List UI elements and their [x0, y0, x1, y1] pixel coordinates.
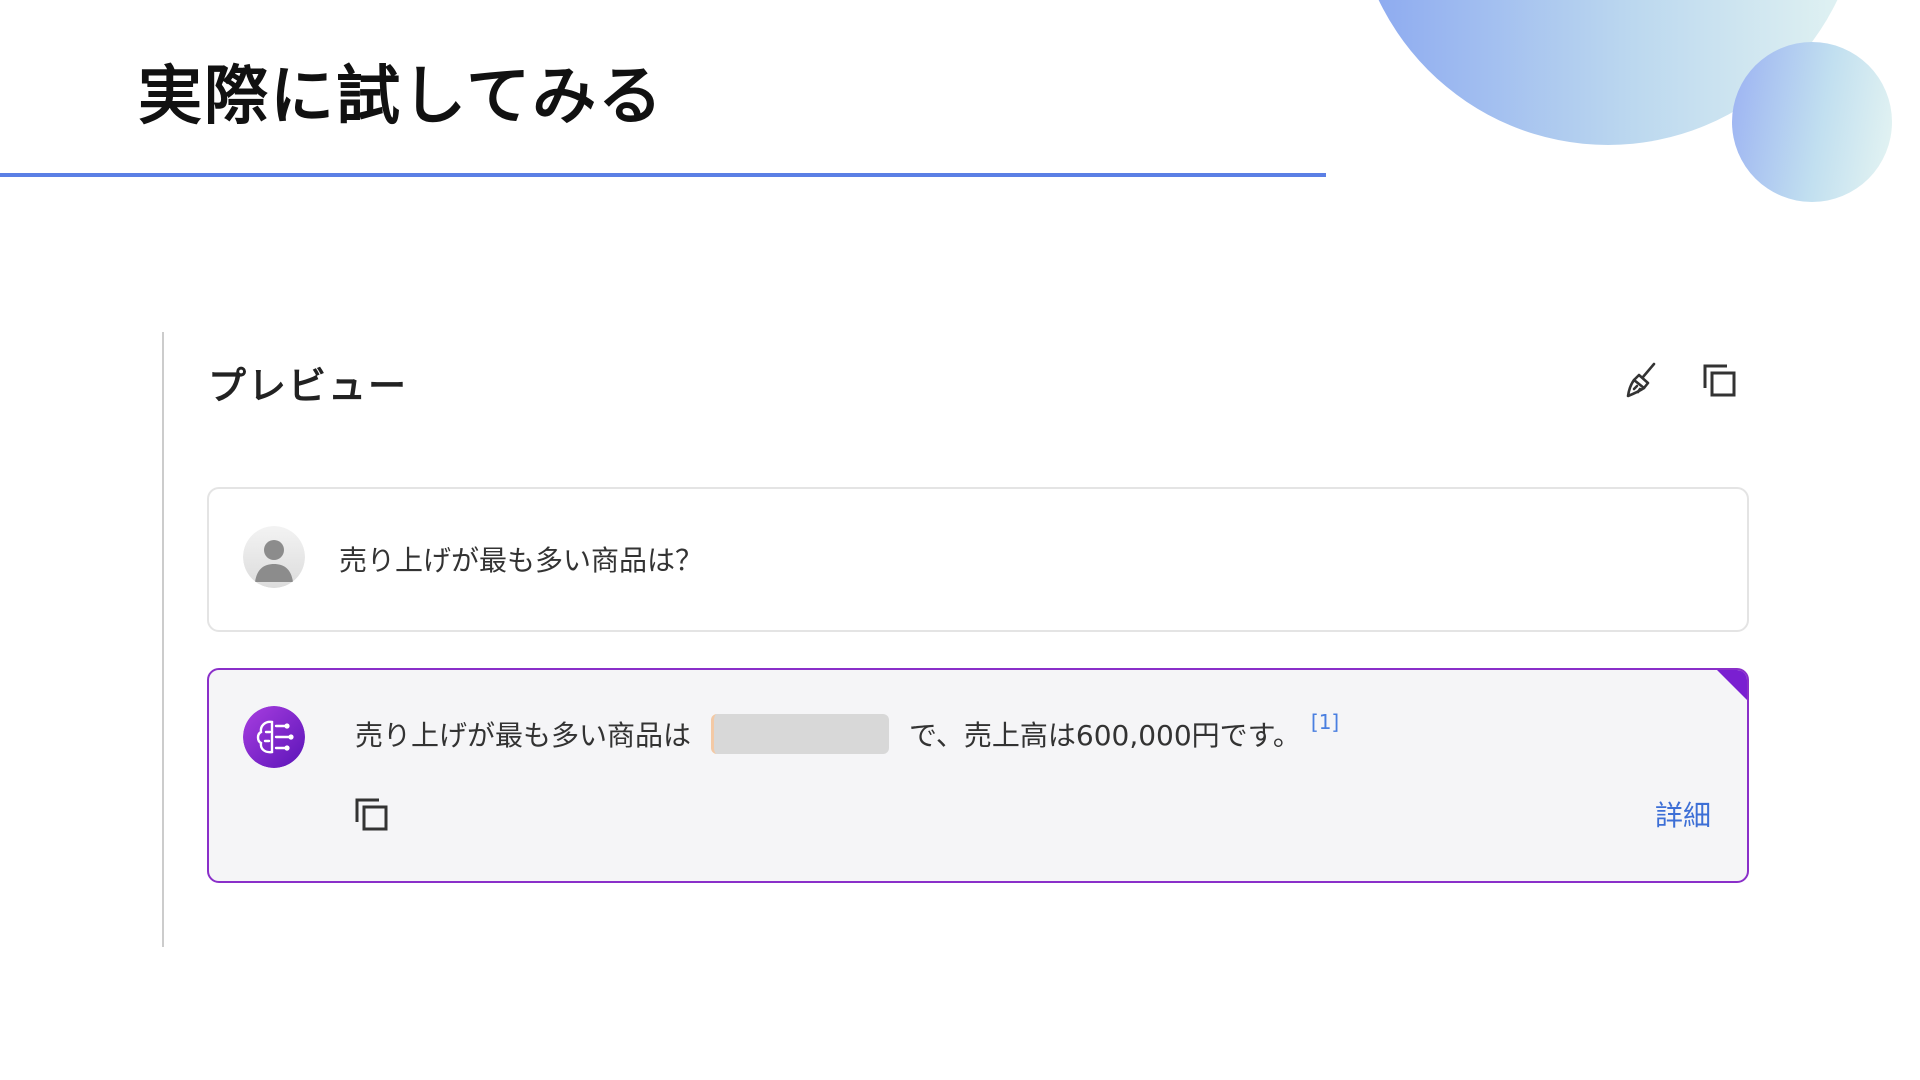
citation-link[interactable]: [1] — [1311, 710, 1339, 734]
user-message-text: 売り上げが最も多い商品は？ — [339, 544, 704, 577]
bot-message-text-after: で、売上高は600,000円です。 — [909, 719, 1301, 752]
bot-message-text-before: 売り上げが最も多い商品は — [355, 719, 692, 752]
user-avatar-icon — [243, 526, 305, 588]
preview-title: プレビュー — [208, 364, 409, 408]
user-message-card: 売り上げが最も多い商品は？ — [207, 487, 1749, 632]
redacted-product-name — [711, 714, 890, 754]
broom-icon[interactable] — [1620, 358, 1664, 402]
title-divider — [0, 173, 1326, 177]
corner-flag — [1717, 670, 1747, 700]
slide: 実際に試してみる プレビュー 売り上げが最も多い商品は？ 売り上げが最も多い商品… — [0, 0, 1920, 1080]
ai-brain-icon — [243, 706, 305, 768]
panel-left-border — [162, 332, 164, 947]
slide-title: 実際に試してみる — [138, 60, 665, 134]
details-link[interactable]: 詳細 — [1655, 794, 1711, 834]
copy-icon[interactable] — [1697, 358, 1741, 402]
bot-message-card: 売り上げが最も多い商品は で、売上高は600,000円です。 [1] 詳細 — [207, 668, 1749, 883]
bot-message-text: 売り上げが最も多い商品は で、売上高は600,000円です。 [1] — [355, 710, 1339, 754]
copy-icon[interactable] — [349, 792, 393, 836]
decorative-circle-small — [1732, 42, 1892, 202]
